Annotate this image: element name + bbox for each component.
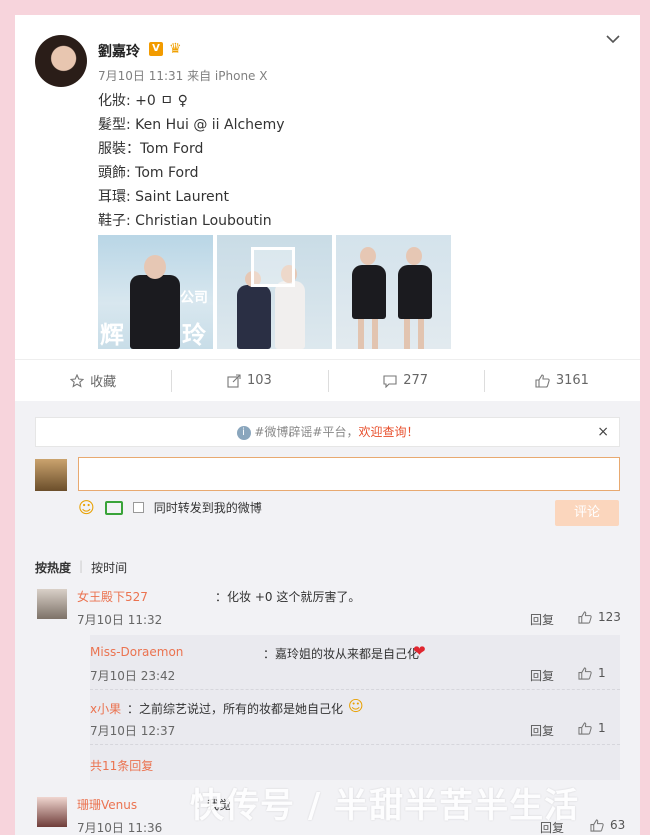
like-count: 3161 xyxy=(555,373,589,388)
close-icon[interactable]: × xyxy=(597,418,609,446)
repost-checkbox[interactable] xyxy=(132,502,144,513)
photo-thumbnail[interactable] xyxy=(217,235,332,349)
commenter-name[interactable]: 女王殿下527 xyxy=(77,588,148,605)
author-avatar[interactable] xyxy=(35,35,87,87)
submit-comment-button[interactable]: 评论 xyxy=(555,500,619,526)
notice-tag[interactable]: #微博辟谣#平台， xyxy=(254,425,358,439)
author-name[interactable]: 劉嘉玲 xyxy=(98,41,140,61)
favorite-label: 收藏 xyxy=(90,375,117,390)
tab-sort-hot[interactable]: 按热度 xyxy=(35,559,71,576)
star-icon xyxy=(70,373,85,388)
thumbs-up-icon xyxy=(578,610,592,624)
info-icon: i xyxy=(236,425,251,440)
comment-like-count: 63 xyxy=(610,818,626,832)
thumbs-up-icon xyxy=(578,721,592,735)
reply-like-count: 1 xyxy=(598,666,606,680)
comment-like-button[interactable]: 123 xyxy=(578,610,621,624)
post-body: 化妝: +0 ㅁ ♀ 髮型: Ken Hui @ ii Alchemy 服裝：T… xyxy=(98,89,285,233)
more-replies-link[interactable]: 共11条回复 xyxy=(90,757,153,774)
comment-sort-tabs: 按热度 | 按时间 xyxy=(35,559,127,576)
photo-thumbnail[interactable]: 辉 玲 公司 xyxy=(98,235,213,349)
reply-divider xyxy=(90,689,620,690)
reply-divider xyxy=(90,744,620,745)
reply-author-name[interactable]: x小果 xyxy=(90,700,121,717)
reply-button[interactable]: 回复 xyxy=(530,667,554,684)
thumbs-up-icon xyxy=(578,666,592,680)
comment-like-count: 123 xyxy=(598,610,621,624)
post-meta: 7月10日 11:31 来自 iPhone X xyxy=(98,69,268,83)
watermark: 快传号 / 半甜半苦半生活 xyxy=(190,786,580,826)
sort-divider: | xyxy=(79,559,84,573)
vip-verified-icon: V xyxy=(149,42,163,56)
comment-like-button[interactable]: 63 xyxy=(590,818,625,832)
comment-time: 7月10日 11:32 xyxy=(77,613,163,627)
reply-text: ：之前综艺说过，所有的妆都是她自己化 xyxy=(127,702,344,716)
reply-like-count: 1 xyxy=(598,721,606,735)
photo-grid: 辉 玲 公司 xyxy=(98,235,451,349)
post-action-bar: 收藏 103 277 3161 xyxy=(15,359,640,401)
comment-count: 277 xyxy=(403,373,429,388)
image-icon[interactable] xyxy=(104,500,123,515)
thumbs-up-icon xyxy=(590,818,604,832)
grin-emoji-icon: ☺ xyxy=(348,697,364,715)
like-button[interactable]: 3161 xyxy=(483,360,640,401)
repost-label: 同时转发到我的微博 xyxy=(153,501,262,515)
reply-like-button[interactable]: 1 xyxy=(578,721,606,735)
photo-thumbnail[interactable] xyxy=(336,235,451,349)
comment-button[interactable]: 277 xyxy=(327,360,484,401)
tab-sort-time[interactable]: 按时间 xyxy=(91,559,127,576)
comment-icon xyxy=(383,374,397,388)
weibo-post-card: 劉嘉玲 V ♛ 7月10日 11:31 来自 iPhone X 化妝: +0 ㅁ… xyxy=(15,15,640,401)
favorite-button[interactable]: 收藏 xyxy=(15,360,171,401)
share-button[interactable]: 103 xyxy=(171,360,327,401)
post-line: 服裝：Tom Ford xyxy=(98,141,204,157)
comment-text: ：化妆 +0 这个就厉害了。 xyxy=(215,590,361,604)
share-icon xyxy=(227,373,241,388)
current-user-avatar xyxy=(35,459,67,491)
reply-button[interactable]: 回复 xyxy=(530,722,554,739)
commenter-avatar[interactable] xyxy=(37,589,67,619)
reply-time: 7月10日 23:42 xyxy=(90,669,176,683)
reply-time: 7月10日 12:37 xyxy=(90,724,176,738)
commenter-avatar[interactable] xyxy=(37,797,67,827)
reply-author-name[interactable]: Miss-Doraemon xyxy=(90,645,183,659)
post-line: 髮型: Ken Hui @ ii Alchemy xyxy=(98,117,285,133)
post-line: 耳環: Saint Laurent xyxy=(98,189,230,205)
emoji-icon[interactable]: ☺ xyxy=(78,498,95,517)
post-line: 頭飾: Tom Ford xyxy=(98,165,199,181)
crown-icon: ♛ xyxy=(169,41,182,57)
commenter-name[interactable]: 珊珊Venus xyxy=(77,796,137,813)
chevron-down-icon[interactable] xyxy=(606,35,620,44)
reply-button[interactable]: 回复 xyxy=(530,611,554,628)
comment-time: 7月10日 11:36 xyxy=(77,821,163,835)
heart-icon: ❤ xyxy=(413,642,426,660)
reply-like-button[interactable]: 1 xyxy=(578,666,606,680)
comments-panel: i #微博辟谣#平台，欢迎查询！ × ☺ 同时转发到我的微博 评论 按热度 | … xyxy=(15,401,640,835)
rumor-notice-bar: i #微博辟谣#平台，欢迎查询！ × xyxy=(35,417,620,447)
post-line: 化妝: +0 ㅁ ♀ xyxy=(98,93,188,109)
thumbs-up-icon xyxy=(535,373,550,388)
composer-tools: ☺ 同时转发到我的微博 xyxy=(78,498,262,517)
notice-highlight[interactable]: 欢迎查询！ xyxy=(358,425,418,439)
post-line: 鞋子: Christian Louboutin xyxy=(98,213,272,229)
share-count: 103 xyxy=(246,373,272,388)
comment-input[interactable] xyxy=(78,457,620,491)
reply-text: ：嘉玲姐的妆从来都是自己化 xyxy=(263,647,420,661)
